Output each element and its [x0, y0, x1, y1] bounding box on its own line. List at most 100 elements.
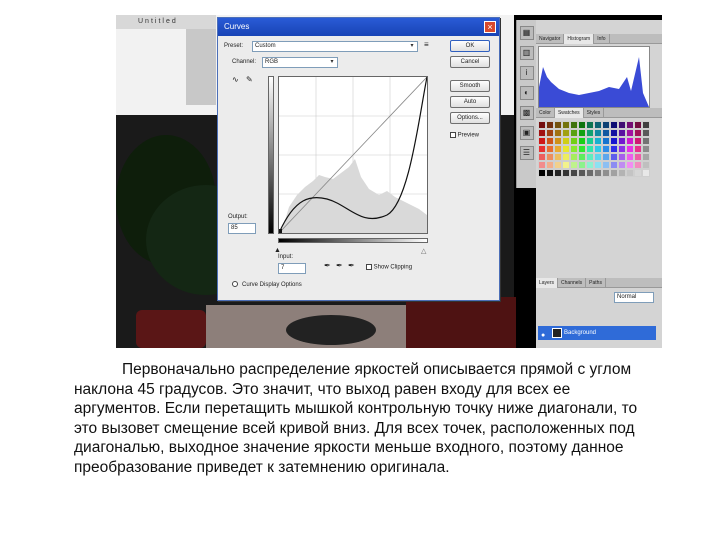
info-icon[interactable]: i [519, 66, 534, 80]
cancel-button[interactable]: Cancel [450, 56, 490, 68]
swatch[interactable] [594, 145, 602, 153]
channel-select[interactable]: RGB ▾ [262, 57, 338, 68]
swatch[interactable] [570, 161, 578, 169]
swatch[interactable] [562, 153, 570, 161]
swatch[interactable] [626, 145, 634, 153]
swatch[interactable] [586, 129, 594, 137]
show-clipping-checkbox[interactable] [366, 264, 372, 270]
white-eyedropper-icon[interactable]: ✒ [348, 261, 355, 270]
blend-mode-select[interactable]: Normal [614, 292, 654, 303]
swatch[interactable] [634, 169, 642, 177]
swatch[interactable] [578, 169, 586, 177]
show-clipping-option[interactable]: Show Clipping [366, 264, 412, 271]
preset-options-icon[interactable]: ≡ [424, 40, 429, 49]
preview-option[interactable]: Preview [450, 132, 479, 139]
navigator-icon[interactable]: ▦ [519, 26, 534, 40]
swatch[interactable] [618, 121, 626, 129]
swatch[interactable] [594, 137, 602, 145]
swatch[interactable] [562, 129, 570, 137]
swatch[interactable] [610, 121, 618, 129]
swatch[interactable] [578, 137, 586, 145]
tab-styles[interactable]: Styles [584, 108, 605, 118]
ok-button[interactable]: OK [450, 40, 490, 52]
tab-channels[interactable]: Channels [558, 278, 587, 288]
histogram-icon[interactable]: ▥ [519, 46, 534, 60]
swatch[interactable] [634, 129, 642, 137]
tab-info[interactable]: Info [594, 34, 610, 44]
swatch[interactable] [642, 129, 650, 137]
black-point-slider[interactable]: ▲ [274, 247, 281, 254]
curve-graph[interactable] [277, 76, 428, 234]
swatch[interactable] [562, 121, 570, 129]
swatch[interactable] [642, 153, 650, 161]
tab-navigator[interactable]: Navigator [536, 34, 565, 44]
swatch[interactable] [578, 153, 586, 161]
swatch[interactable] [538, 161, 546, 169]
swatch[interactable] [618, 145, 626, 153]
black-eyedropper-icon[interactable]: ✒ [324, 261, 331, 270]
swatch[interactable] [562, 169, 570, 177]
tab-histogram[interactable]: Histogram [564, 34, 595, 44]
swatch[interactable] [546, 121, 554, 129]
layer-row[interactable]: ● Background [538, 326, 656, 340]
swatch[interactable] [538, 153, 546, 161]
swatch[interactable] [546, 137, 554, 145]
output-field[interactable]: 85 [228, 223, 256, 234]
swatches-icon[interactable]: ▩ [519, 106, 534, 120]
swatch[interactable] [594, 169, 602, 177]
swatch[interactable] [634, 145, 642, 153]
eye-icon[interactable]: ● [541, 329, 545, 343]
swatch[interactable] [578, 121, 586, 129]
swatch[interactable] [610, 169, 618, 177]
swatch[interactable] [642, 121, 650, 129]
swatch[interactable] [570, 121, 578, 129]
swatch[interactable] [546, 129, 554, 137]
swatch[interactable] [626, 121, 634, 129]
input-field[interactable]: 7 [278, 263, 306, 274]
swatch[interactable] [634, 161, 642, 169]
swatch[interactable] [618, 129, 626, 137]
swatch[interactable] [594, 161, 602, 169]
swatch[interactable] [634, 137, 642, 145]
swatch[interactable] [554, 153, 562, 161]
swatch[interactable] [602, 137, 610, 145]
dialog-titlebar[interactable]: Curves × [218, 18, 499, 36]
swatch[interactable] [554, 145, 562, 153]
preview-checkbox[interactable] [450, 132, 456, 138]
pencil-tool-icon[interactable]: ✎ [246, 75, 253, 84]
swatch[interactable] [570, 145, 578, 153]
swatch[interactable] [562, 161, 570, 169]
swatch[interactable] [634, 121, 642, 129]
curve-display-expand-icon[interactable] [232, 281, 238, 287]
swatch[interactable] [570, 137, 578, 145]
layers-icon[interactable]: ☰ [519, 146, 534, 160]
swatch[interactable] [618, 153, 626, 161]
swatch[interactable] [618, 169, 626, 177]
swatch[interactable] [586, 161, 594, 169]
swatch[interactable] [626, 153, 634, 161]
swatch[interactable] [594, 153, 602, 161]
swatch[interactable] [586, 153, 594, 161]
tab-layers[interactable]: Layers [536, 278, 559, 288]
swatch[interactable] [602, 169, 610, 177]
swatch-grid[interactable] [538, 121, 650, 185]
tab-color[interactable]: Color [536, 108, 555, 118]
swatch[interactable] [642, 145, 650, 153]
color-icon[interactable]: ◐ [519, 86, 534, 100]
styles-icon[interactable]: ▣ [519, 126, 534, 140]
smooth-button[interactable]: Smooth [450, 80, 490, 92]
swatch[interactable] [546, 145, 554, 153]
swatch[interactable] [554, 121, 562, 129]
swatch[interactable] [538, 137, 546, 145]
auto-button[interactable]: Auto [450, 96, 490, 108]
curve-point-tool-icon[interactable]: ∿ [232, 75, 239, 84]
swatch[interactable] [602, 153, 610, 161]
swatch[interactable] [570, 153, 578, 161]
swatch[interactable] [554, 161, 562, 169]
tab-paths[interactable]: Paths [586, 278, 606, 288]
swatch[interactable] [642, 169, 650, 177]
swatch[interactable] [578, 145, 586, 153]
swatch[interactable] [610, 137, 618, 145]
preset-select[interactable]: Custom ▾ [252, 41, 418, 52]
swatch[interactable] [594, 121, 602, 129]
